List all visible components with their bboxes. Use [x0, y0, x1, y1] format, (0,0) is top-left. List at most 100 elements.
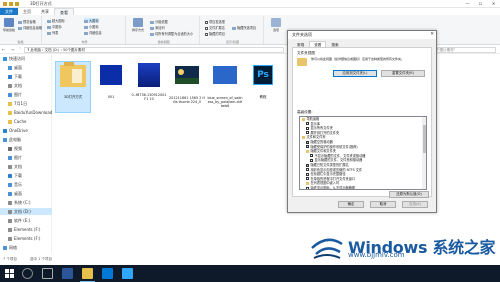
setting-checkbox[interactable]	[306, 177, 309, 181]
setting-checkbox[interactable]	[310, 154, 313, 158]
sidebar-item[interactable]: 软件 (E:)	[0, 217, 52, 224]
folder-icon	[8, 66, 12, 70]
file-item[interactable]: blue_screen_of_sadness_by_poiajiam-d4fbe…	[207, 61, 243, 113]
minimize-button[interactable]: —	[461, 0, 474, 8]
reset-folders-button[interactable]: 重置文件夹(R)	[381, 70, 425, 77]
tab-home[interactable]: 主页	[18, 8, 36, 15]
setting-checkbox[interactable]	[306, 122, 309, 126]
setting-checkbox[interactable]	[310, 158, 313, 162]
current-view-label: 当前视图	[157, 40, 170, 44]
file-item[interactable]: 3D打开方式	[55, 61, 91, 113]
sidebar-item[interactable]: Elements (F:)	[0, 235, 52, 242]
restore-defaults-button[interactable]: 还原为默认值(D)	[389, 191, 429, 198]
sidebar-item[interactable]: Cache	[0, 118, 52, 125]
address-bar[interactable]: › 此电脑 › 文档 (D:) › 50个图片素材	[24, 47, 284, 53]
file-item[interactable]: 001	[93, 61, 129, 113]
edge-icon[interactable]	[62, 268, 73, 279]
setting-checkbox[interactable]	[306, 140, 309, 144]
file-explorer-taskbar-icon[interactable]	[82, 268, 93, 279]
layout-details[interactable]: 详细信息	[84, 30, 102, 35]
item-checkbox-toggle[interactable]: 项目复选框	[205, 19, 225, 24]
setting-checkbox[interactable]	[306, 126, 309, 130]
cancel-button[interactable]: 取消	[370, 201, 396, 208]
sidebar-item[interactable]: BaiduYunDownload	[0, 109, 52, 116]
folder-icon	[57, 62, 89, 93]
file-item[interactable]: 201211861 1565 2 Hills thumb 224_0	[169, 61, 205, 113]
apply-button[interactable]: 应用(A)	[402, 201, 428, 208]
options-button[interactable]: 选项	[269, 18, 283, 32]
setting-checkbox[interactable]	[306, 172, 309, 176]
nav-pane-button[interactable]: 导航窗格	[2, 18, 16, 32]
taskbar	[0, 265, 500, 282]
sidebar-item[interactable]: 此电脑	[0, 136, 52, 143]
setting-checkbox[interactable]	[306, 144, 309, 149]
fit-columns-button[interactable]: 将所有列调整为合适的大小	[150, 31, 193, 36]
sidebar-item[interactable]: 7月1日	[0, 100, 52, 107]
folder-icon	[8, 93, 12, 97]
preview-pane-button[interactable]: 预览窗格	[18, 19, 36, 24]
ok-button[interactable]: 确定	[338, 201, 364, 208]
setting-checkbox[interactable]	[306, 186, 309, 189]
details-pane-button[interactable]: 详细信息窗格	[18, 25, 42, 30]
tab-file[interactable]: 文件	[0, 8, 18, 15]
add-columns-button[interactable]: 添加列	[150, 25, 165, 30]
watermark-url: www.bjjmlv.com	[348, 251, 405, 259]
advanced-settings-list[interactable]: 导航窗格显示库显示所有文件夹展开到打开的文件夹文件和文件夹隐藏空的驱动器隐藏受保…	[299, 116, 427, 190]
layout-extra-large[interactable]: 超大图标	[47, 18, 65, 23]
group-by-button[interactable]: 分组依据	[150, 19, 168, 24]
sidebar-item-label: 音乐	[14, 182, 22, 187]
sidebar-item[interactable]: 桌面	[0, 64, 52, 71]
sort-button[interactable]: 排序方式	[130, 18, 146, 32]
hide-selected-button[interactable]: 隐藏所选项目	[232, 25, 256, 30]
photoshop-taskbar-icon[interactable]	[122, 268, 133, 279]
close-button[interactable]: ✕	[487, 0, 500, 8]
store-icon[interactable]	[102, 268, 113, 279]
large-icons-icon	[84, 19, 88, 23]
setting-checkbox[interactable]	[306, 163, 309, 167]
layout-small[interactable]: 小图标	[84, 24, 99, 29]
setting-row[interactable]: 始终显示图标，从不显示缩略图	[306, 186, 355, 189]
sidebar-item[interactable]: 音乐	[0, 181, 52, 188]
setting-label: 隐藏空的驱动器	[310, 140, 333, 144]
file-item[interactable]: 0-.f8736-130912001F1 10	[131, 61, 167, 113]
setting-label: 显示所有文件夹	[310, 126, 333, 131]
tab-view[interactable]: 查看	[54, 8, 74, 15]
layout-list[interactable]: 列表	[47, 30, 58, 35]
sidebar-item[interactable]: 网络	[0, 244, 52, 251]
options-icon	[271, 18, 281, 27]
sidebar-item[interactable]: 文档	[0, 163, 52, 170]
sidebar-item[interactable]: 文档 (D:)	[0, 208, 52, 215]
quick-access-toolbar[interactable]	[3, 2, 23, 6]
sidebar-item[interactable]: 系统 (C:)	[0, 199, 52, 206]
sidebar-item[interactable]: 下载	[0, 73, 52, 80]
apply-to-folders-button[interactable]: 应用到文件夹(L)	[333, 70, 377, 77]
maximize-button[interactable]: ☐	[474, 0, 487, 8]
file-item[interactable]: Ps 教程	[245, 61, 281, 113]
hide-selected-icon	[232, 26, 236, 30]
window-controls: — ☐ ✕	[461, 0, 500, 8]
search-icon[interactable]	[22, 268, 33, 279]
sidebar-item-label: 7月1日	[14, 101, 28, 106]
start-icon[interactable]	[5, 269, 14, 278]
hidden-items-toggle[interactable]: 隐藏的项目	[205, 31, 225, 36]
sidebar-item[interactable]: 文档	[0, 82, 52, 89]
sidebar-item[interactable]: 桌面	[0, 190, 52, 197]
layout-large[interactable]: 大图标	[84, 18, 99, 23]
tab-share[interactable]: 共享	[36, 8, 54, 15]
sidebar-item[interactable]: 下载	[0, 172, 52, 179]
sidebar-item[interactable]: 视频	[0, 145, 52, 152]
setting-checkbox[interactable]	[306, 131, 309, 135]
tree-scrollbar[interactable]	[422, 117, 426, 189]
windows-logo-icon	[311, 238, 343, 259]
file-ext-toggle[interactable]: 文件扩展名	[205, 25, 225, 30]
sidebar-item[interactable]: 图片	[0, 154, 52, 161]
sidebar-item[interactable]: 图片	[0, 91, 52, 98]
sidebar-item[interactable]: Elements (F:)	[0, 226, 52, 233]
sidebar-item[interactable]: OneDrive	[0, 127, 52, 134]
task-view-icon[interactable]	[42, 268, 53, 279]
sidebar-item[interactable]: 快速访问	[0, 55, 52, 62]
folder-icon	[8, 210, 12, 214]
dialog-close-icon[interactable]: ✕	[430, 31, 434, 39]
setting-checkbox[interactable]	[306, 168, 309, 172]
layout-medium[interactable]: 中图标	[47, 24, 62, 29]
